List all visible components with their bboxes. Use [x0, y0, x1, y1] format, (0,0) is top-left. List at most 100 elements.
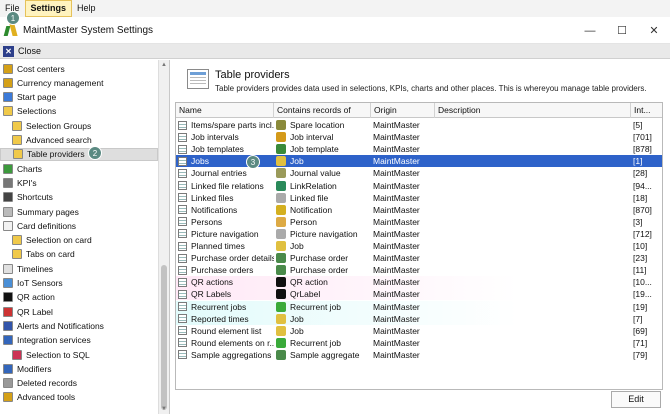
sidebar-item[interactable]: Integration services: [0, 334, 158, 347]
cell-text: MaintMaster: [373, 349, 420, 360]
cell-description: [435, 349, 631, 361]
grid-header: Name Contains records of Origin Descript…: [176, 103, 662, 118]
sidebar-item[interactable]: Charts: [0, 162, 158, 175]
record-type-icon: [276, 168, 286, 179]
cell-text: MaintMaster: [373, 325, 420, 336]
grid-scrollbar[interactable]: [663, 102, 669, 390]
cell-text: Reported times: [191, 313, 249, 324]
cell-name: Picture navigation: [176, 228, 274, 240]
column-int[interactable]: Int...: [631, 103, 662, 118]
cell-text: QrLabel: [290, 289, 321, 300]
close-toolbar[interactable]: ✕ Close: [0, 44, 670, 59]
scroll-up-icon[interactable]: ▲: [159, 60, 169, 70]
cell-text: Purchase orders: [191, 265, 254, 276]
sidebar-item[interactable]: Selection Groups: [0, 119, 158, 132]
sidebar-item[interactable]: IoT Sensors: [0, 277, 158, 290]
page-title: Table providers: [215, 69, 290, 81]
cell-text: Purchase order details: [191, 253, 274, 264]
cell-text: [69]: [633, 325, 648, 336]
cell-int: [5]: [631, 119, 662, 131]
sidebar-item[interactable]: Summary pages: [0, 205, 158, 218]
cell-name: Reported times: [176, 313, 274, 325]
settings-sidebar: Cost centers Currency management Start pag…: [0, 60, 170, 414]
sidebar-item[interactable]: Card definitions: [0, 219, 158, 232]
cell-name: Linked file relations: [176, 180, 274, 192]
sidebar-item[interactable]: Advanced tools: [0, 391, 158, 404]
cell-origin: MaintMaster: [371, 192, 435, 204]
cell-description: [435, 228, 631, 240]
table-row[interactable]: Notifications Notification MaintMaster [870…: [176, 204, 662, 216]
folder-icon: [12, 120, 22, 131]
table-row[interactable]: Sample aggregations Sample aggregate Maint…: [176, 349, 662, 361]
sidebar-item[interactable]: Table providers: [0, 147, 158, 161]
table-row[interactable]: Recurrent jobs Recurrent job MaintMaster [1…: [176, 300, 662, 313]
column-contains-records[interactable]: Contains records of: [274, 103, 371, 118]
cell-text: Sample aggregate: [290, 349, 360, 360]
table-row[interactable]: Purchase order details Purchase order Main…: [176, 252, 662, 264]
cell-origin: MaintMaster: [371, 252, 435, 264]
table-row[interactable]: Picture navigation Picture navigation Main…: [176, 228, 662, 240]
cell-text: MaintMaster: [373, 192, 420, 203]
cell-int: [7]: [631, 313, 662, 325]
sidebar-scrollbar[interactable]: ▲ ▼: [158, 60, 169, 414]
menu-help[interactable]: Help: [72, 0, 101, 17]
sidebar-scroll-thumb[interactable]: [161, 265, 167, 410]
sidebar-item[interactable]: KPI's: [0, 176, 158, 189]
cell-int: [11]: [631, 264, 662, 276]
sidebar-item[interactable]: QR action: [0, 291, 158, 304]
table-row[interactable]: Planned times Job MaintMaster [10]: [176, 240, 662, 252]
sidebar-item[interactable]: Selection on card: [0, 234, 158, 247]
table-row[interactable]: Items/spare parts incl... Spare location M…: [176, 119, 662, 131]
cell-records: Linked file: [274, 192, 371, 204]
sidebar-item[interactable]: Cost centers: [0, 62, 158, 75]
sidebar-item[interactable]: Modifiers: [0, 362, 158, 375]
table-row[interactable]: Job intervals Job interval MaintMaster [701…: [176, 131, 662, 143]
table-row[interactable]: Job templates Job template MaintMaster [878…: [176, 143, 662, 155]
table-icon: [178, 181, 187, 190]
cell-text: [71]: [633, 337, 648, 348]
sidebar-item[interactable]: QR Label: [0, 305, 158, 318]
cell-origin: MaintMaster: [371, 337, 435, 349]
table-row[interactable]: Reported times Job MaintMaster [7]: [176, 312, 662, 325]
table-row[interactable]: Linked files Linked file MaintMaster [18]: [176, 192, 662, 204]
cell-text: MaintMaster: [373, 168, 420, 179]
close-window-button[interactable]: ✕: [638, 17, 670, 44]
table-row[interactable]: Persons Person MaintMaster [3]: [176, 216, 662, 228]
table-icon: [178, 132, 187, 142]
sidebar-item[interactable]: Selection to SQL: [0, 348, 158, 361]
maximize-button[interactable]: ☐: [606, 17, 638, 44]
edit-button[interactable]: Edit: [611, 391, 661, 408]
sidebar-item[interactable]: Alerts and Notifications: [0, 319, 158, 332]
cell-name: Purchase order details: [176, 252, 274, 264]
cell-origin: MaintMaster: [371, 288, 435, 300]
cell-description: [435, 325, 631, 337]
sidebar-item[interactable]: Shortcuts: [0, 191, 158, 204]
cell-text: Job template: [290, 144, 339, 155]
sidebar-item[interactable]: Tabs on card: [0, 248, 158, 261]
table-row[interactable]: Journal entries Journal value MaintMaster […: [176, 167, 662, 179]
table-row[interactable]: Round element list Job MaintMaster [69]: [176, 325, 662, 337]
sidebar-item[interactable]: Advanced search: [0, 134, 158, 147]
cell-text: [10...: [633, 277, 652, 288]
menu-settings[interactable]: Settings: [24, 0, 73, 17]
table-row[interactable]: Purchase orders Purchase order MaintMaster…: [176, 264, 662, 276]
table-row[interactable]: Round elements on r... Recurrent job Maint…: [176, 337, 662, 349]
column-name[interactable]: Name: [176, 103, 274, 118]
alert-icon: [3, 320, 13, 331]
minimize-button[interactable]: —: [574, 17, 606, 44]
cell-records: LinkRelation: [274, 180, 371, 192]
record-type-icon: [276, 132, 286, 143]
folder-icon: [3, 106, 13, 117]
cell-origin: MaintMaster: [371, 180, 435, 192]
sidebar-item[interactable]: Deleted records: [0, 377, 158, 390]
scroll-down-icon[interactable]: ▼: [159, 404, 169, 414]
table-row[interactable]: QR Labels QrLabel MaintMaster [19...: [176, 288, 662, 301]
table-row[interactable]: Linked file relations LinkRelation MaintMa…: [176, 180, 662, 192]
sidebar-item[interactable]: Start page: [0, 91, 158, 104]
column-description[interactable]: Description: [435, 103, 631, 118]
sidebar-item[interactable]: Currency management: [0, 76, 158, 89]
sidebar-item[interactable]: Selections: [0, 105, 158, 118]
table-row[interactable]: QR actions QR action MaintMaster [10...: [176, 276, 662, 289]
sidebar-item[interactable]: Timelines: [0, 262, 158, 275]
column-origin[interactable]: Origin: [371, 103, 435, 118]
